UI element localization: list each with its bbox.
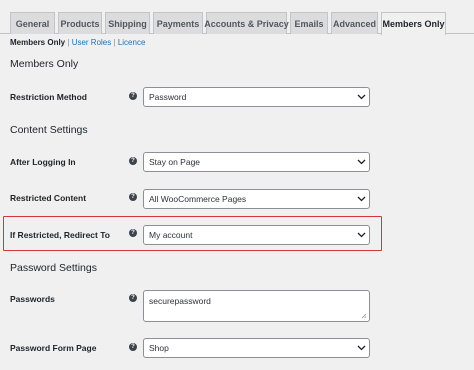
- section-title-password-settings: Password Settings: [10, 262, 97, 274]
- restricted-content-label: Restricted Content: [10, 193, 87, 203]
- chevron-down-icon: [353, 190, 369, 208]
- tab-advanced[interactable]: Advanced: [331, 12, 378, 34]
- help-icon[interactable]: ?: [129, 294, 137, 302]
- tab-accounts-privacy[interactable]: Accounts & Privacy: [204, 12, 289, 34]
- restriction-method-value: Password: [149, 92, 187, 102]
- tab-emails[interactable]: Emails: [290, 12, 328, 34]
- tab-products[interactable]: Products: [58, 12, 102, 34]
- tab-shipping[interactable]: Shipping: [105, 12, 150, 34]
- restriction-method-label: Restriction Method: [10, 92, 87, 102]
- subnav-separator: |: [113, 38, 116, 47]
- chevron-down-icon: [353, 88, 369, 106]
- subnav-link-licence[interactable]: Licence: [118, 38, 146, 47]
- restricted-content-value: All WooCommerce Pages: [149, 194, 247, 204]
- chevron-down-icon: [353, 339, 369, 357]
- tab-general[interactable]: General: [10, 12, 55, 34]
- subsection-nav: Members Only | User Roles | Licence: [10, 38, 145, 47]
- password-form-page-select[interactable]: Shop: [143, 338, 370, 358]
- help-icon[interactable]: ?: [129, 229, 137, 237]
- restriction-method-select[interactable]: Password: [143, 87, 370, 107]
- section-title-content-settings: Content Settings: [10, 124, 88, 136]
- help-icon[interactable]: ?: [129, 92, 137, 100]
- section-title-members-only: Members Only: [10, 58, 79, 70]
- tab-payments[interactable]: Payments: [153, 12, 203, 34]
- restricted-content-select[interactable]: All WooCommerce Pages: [143, 189, 370, 209]
- password-form-page-value: Shop: [149, 343, 169, 353]
- passwords-textarea[interactable]: securepassword: [143, 290, 370, 322]
- chevron-down-icon: [353, 153, 369, 171]
- passwords-label: Passwords: [10, 294, 55, 304]
- if-restricted-redirect-select[interactable]: My account: [143, 225, 370, 245]
- resize-grip-icon[interactable]: [361, 313, 367, 319]
- after-logging-in-value: Stay on Page: [149, 157, 201, 167]
- subnav-current-members-only: Members Only: [10, 38, 66, 47]
- help-icon[interactable]: ?: [129, 343, 137, 351]
- after-logging-in-label: After Logging In: [10, 157, 76, 167]
- help-icon[interactable]: ?: [129, 193, 137, 201]
- passwords-value: securepassword: [149, 296, 211, 306]
- chevron-down-icon: [353, 226, 369, 244]
- subnav-link-user-roles[interactable]: User Roles: [72, 38, 112, 47]
- if-restricted-redirect-label: If Restricted, Redirect To: [10, 230, 110, 240]
- after-logging-in-select[interactable]: Stay on Page: [143, 152, 370, 172]
- tab-members-only[interactable]: Members Only: [381, 12, 446, 35]
- settings-tabs: General Products Shipping Payments Accou…: [0, 0, 474, 35]
- if-restricted-redirect-value: My account: [149, 230, 193, 240]
- password-form-page-label: Password Form Page: [10, 343, 97, 353]
- help-icon[interactable]: ?: [129, 157, 137, 165]
- subnav-separator: |: [67, 38, 70, 47]
